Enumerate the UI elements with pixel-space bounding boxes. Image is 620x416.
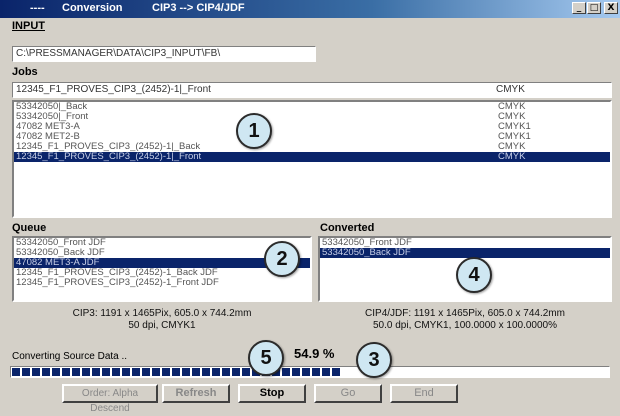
callout-2: 2 <box>264 241 300 277</box>
progress-segment <box>92 368 100 376</box>
progress-segment <box>62 368 70 376</box>
progress-segment <box>302 368 310 376</box>
job-row-color: CMYK <box>498 151 526 162</box>
queue-row[interactable]: 12345_F1_PROVES_CIP3_(2452)-1_Front JDF <box>14 278 310 288</box>
progress-segment <box>152 368 160 376</box>
progress-segment <box>332 368 340 376</box>
progress-segment <box>232 368 240 376</box>
progress-segment <box>282 368 290 376</box>
converted-label: Converted <box>320 222 375 234</box>
progress-segment <box>72 368 80 376</box>
progress-segment <box>202 368 210 376</box>
close-button[interactable]: X <box>604 2 618 14</box>
queue-info-line1: CIP3: 1191 x 1465Pix, 605.0 x 744.2mm <box>72 308 252 319</box>
progress-segment <box>212 368 220 376</box>
queue-info: CIP3: 1191 x 1465Pix, 605.0 x 744.2mm 50… <box>12 308 312 332</box>
progress-segment <box>142 368 150 376</box>
progress-segment <box>182 368 190 376</box>
callout-1: 1 <box>236 113 272 149</box>
input-label: INPUT <box>12 20 45 32</box>
title-mode: CIP3 --> CIP4/JDF <box>152 2 245 14</box>
go-button[interactable]: Go <box>314 384 382 403</box>
title-dashes: ---- <box>30 2 45 14</box>
jobs-selected-field[interactable]: 12345_F1_PROVES_CIP3_(2452)-1|_Front CMY… <box>12 82 612 98</box>
callout-5: 5 <box>248 340 284 376</box>
stop-button[interactable]: Stop <box>238 384 306 403</box>
queue-label: Queue <box>12 222 47 234</box>
progress-segment <box>242 368 250 376</box>
input-path-field[interactable]: C:\PRESSMANAGER\DATA\CIP3_INPUT\FB\ <box>12 46 316 62</box>
progress-percent: 54.9 % <box>294 346 335 361</box>
order-button[interactable]: Order: Alpha Descend <box>62 384 158 414</box>
converted-info: CIP4/JDF: 1191 x 1465Pix, 605.0 x 744.2m… <box>318 308 612 332</box>
progress-segment <box>312 368 320 376</box>
progress-segment <box>42 368 50 376</box>
queue-row-name: 12345_F1_PROVES_CIP3_(2452)-1_Front JDF <box>16 277 219 288</box>
jobs-selected-name: 12345_F1_PROVES_CIP3_(2452)-1|_Front <box>16 84 211 95</box>
progress-segment <box>22 368 30 376</box>
progress-segment <box>192 368 200 376</box>
progress-segment <box>222 368 230 376</box>
progress-segment <box>132 368 140 376</box>
progress-segment <box>122 368 130 376</box>
converted-info-line2: 50.0 dpi, CMYK1, 100.0000 x 100.0000% <box>372 320 558 331</box>
maximize-button[interactable]: □ <box>587 2 601 14</box>
callout-3: 3 <box>356 342 392 378</box>
converted-info-line1: CIP4/JDF: 1191 x 1465Pix, 605.0 x 744.2m… <box>365 308 565 319</box>
progress-segment <box>12 368 20 376</box>
job-row-name: 12345_F1_PROVES_CIP3_(2452)-1|_Front <box>16 151 202 162</box>
progress-segment <box>102 368 110 376</box>
progress-segment <box>162 368 170 376</box>
progress-segment <box>292 368 300 376</box>
refresh-button[interactable]: Refresh <box>162 384 230 403</box>
callout-4: 4 <box>456 257 492 293</box>
progress-segment <box>82 368 90 376</box>
title-bar: ---- Conversion CIP3 --> CIP4/JDF _ □ X <box>0 0 620 18</box>
progress-segment <box>52 368 60 376</box>
progress-segment <box>32 368 40 376</box>
progress-segment <box>172 368 180 376</box>
jobs-list[interactable]: 53342050|_Back CMYK 53342050|_Front CMYK 470… <box>12 100 612 218</box>
progress-segment <box>322 368 330 376</box>
progress-bar <box>10 366 610 378</box>
title-app-name: Conversion <box>62 2 123 14</box>
jobs-selected-color: CMYK <box>496 84 525 95</box>
queue-info-line2: 50 dpi, CMYK1 <box>128 320 196 331</box>
status-text: Converting Source Data .. <box>12 351 128 362</box>
progress-segment <box>112 368 120 376</box>
jobs-label: Jobs <box>12 66 38 78</box>
end-button[interactable]: End <box>390 384 458 403</box>
converted-row[interactable]: 53342050_Back JDF <box>320 248 610 258</box>
converted-row-name: 53342050_Back JDF <box>322 247 411 258</box>
job-row[interactable]: 12345_F1_PROVES_CIP3_(2452)-1|_Front CMYK <box>14 152 610 162</box>
minimize-button[interactable]: _ <box>572 2 586 14</box>
